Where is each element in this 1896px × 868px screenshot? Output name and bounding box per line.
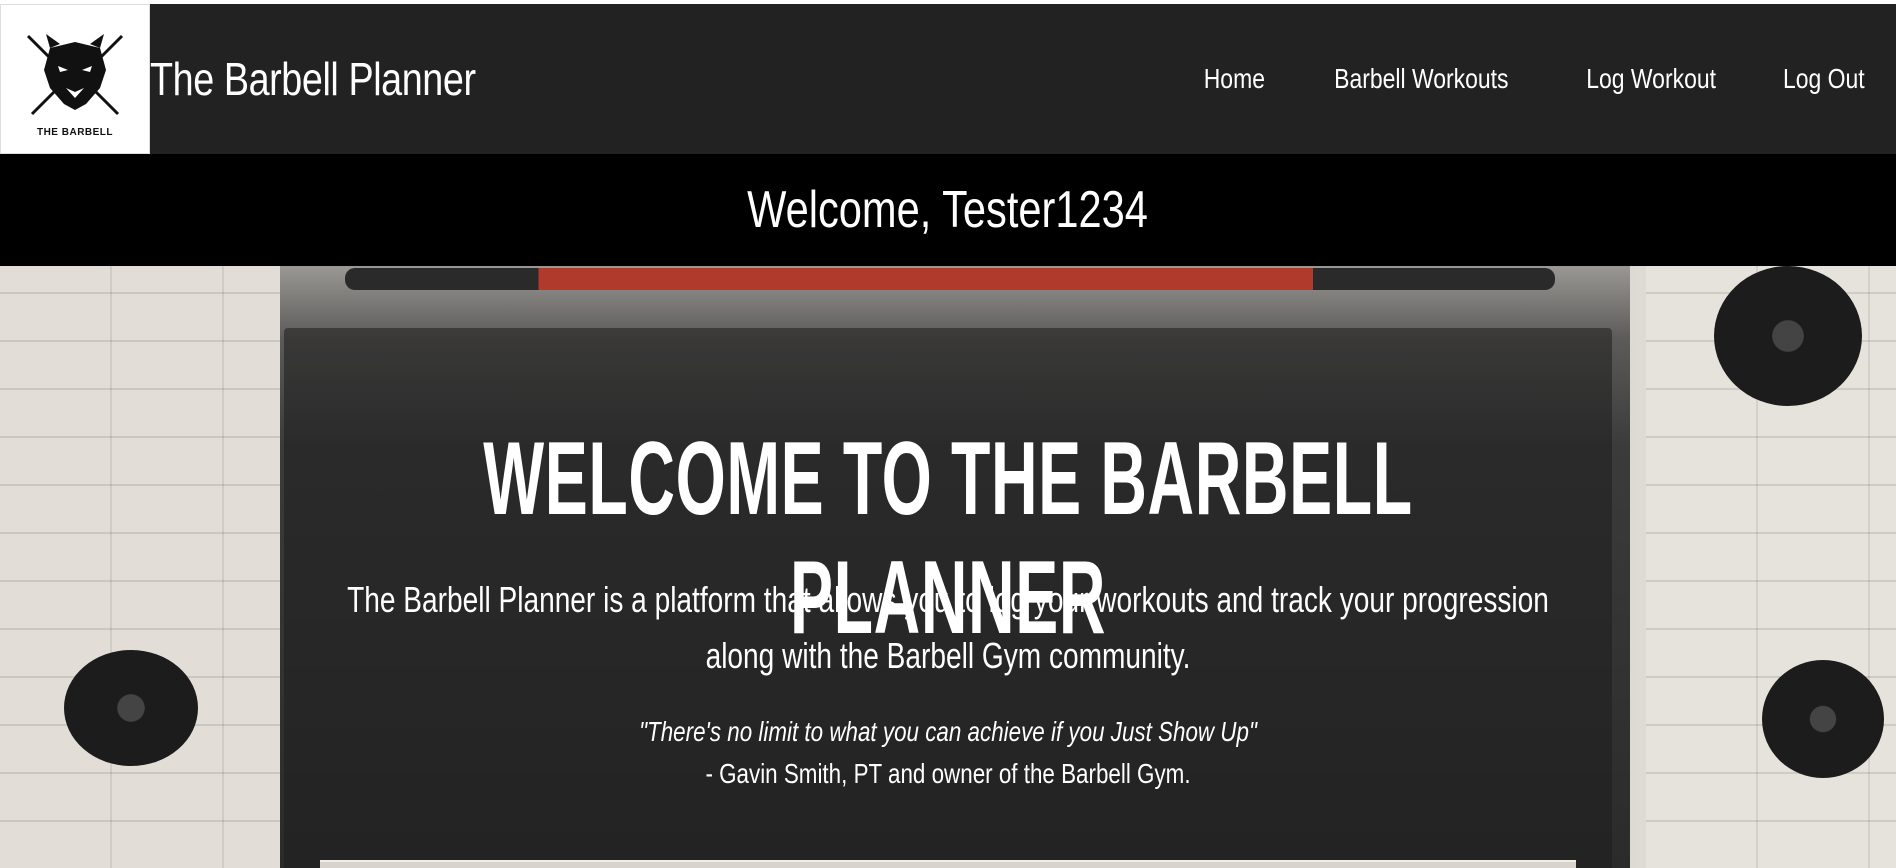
site-brand[interactable]: The Barbell Planner	[150, 52, 476, 106]
hero-quote: "There's no limit to what you can achiev…	[639, 716, 1257, 747]
hero-lower-card-edge	[320, 860, 1576, 868]
welcome-message: Welcome, Tester1234	[747, 181, 1149, 239]
hero-background-plate	[1714, 266, 1862, 406]
top-navbar: THE BARBELL The Barbell Planner Home Bar…	[0, 4, 1896, 154]
hero-background-barbell	[345, 268, 1555, 290]
hero-description-wrap: The Barbell Planner is a platform that a…	[347, 572, 1549, 684]
hero-background-plate	[1762, 660, 1884, 778]
nav-log-out[interactable]: Log Out	[1783, 63, 1865, 95]
wolf-logo-icon	[26, 33, 124, 115]
logo-caption: THE BARBELL	[36, 126, 114, 138]
nav-home[interactable]: Home	[1203, 63, 1264, 95]
welcome-banner: Welcome, Tester1234	[0, 154, 1896, 266]
nav-barbell-workouts[interactable]: Barbell Workouts	[1335, 63, 1509, 95]
barbell-logo[interactable]: THE BARBELL	[0, 4, 150, 154]
nav-log-workout[interactable]: Log Workout	[1586, 63, 1716, 95]
hero-description: The Barbell Planner is a platform that a…	[347, 579, 1549, 676]
hero-quote-author: - Gavin Smith, PT and owner of the Barbe…	[705, 758, 1191, 789]
nav-links: Home Barbell Workouts Log Workout Log Ou…	[1197, 4, 1874, 154]
hero-background-plate	[64, 650, 198, 766]
